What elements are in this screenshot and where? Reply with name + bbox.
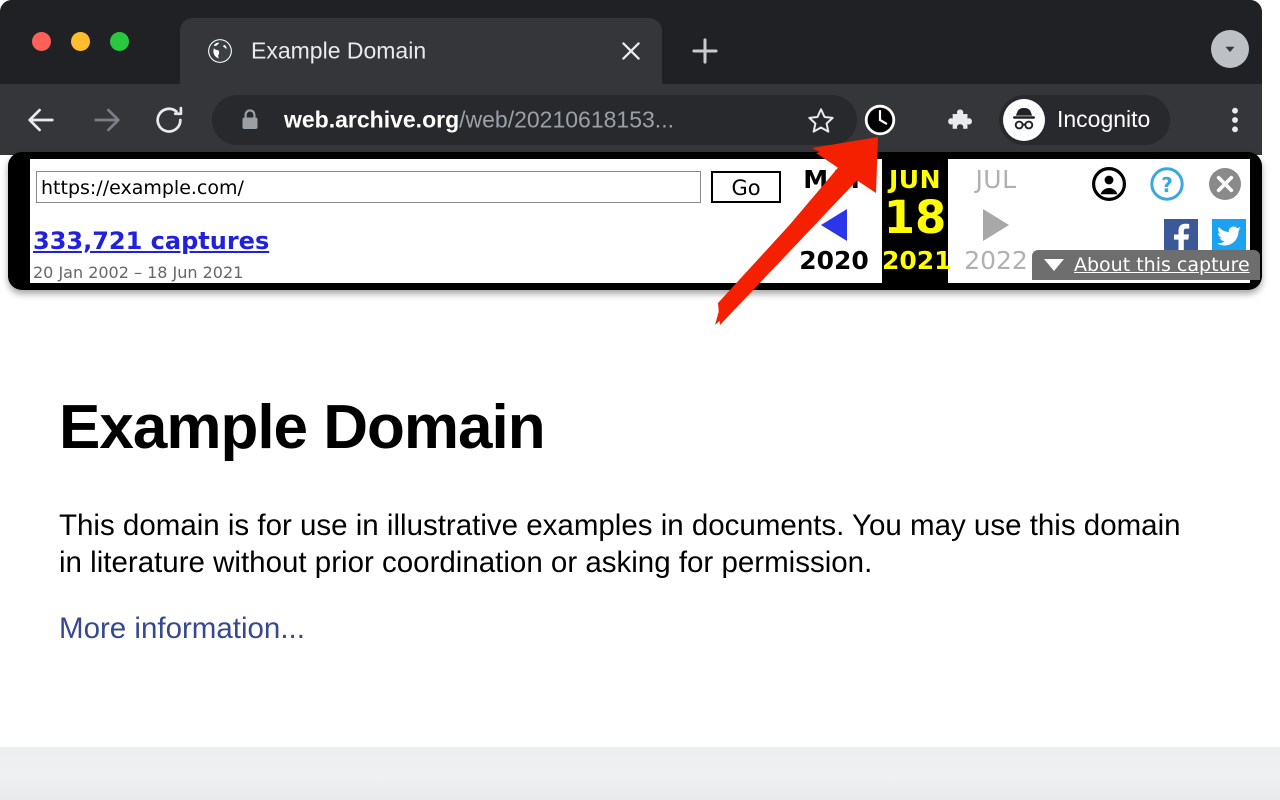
chevron-down-icon[interactable] [1211,30,1249,68]
facebook-icon[interactable] [1164,219,1198,253]
url-host: web.archive.org [284,106,459,132]
window-controls [32,32,129,51]
back-arrow-icon[interactable] [24,103,58,137]
tab-strip: Example Domain [0,0,1262,84]
current-day-label: 18 [882,192,948,244]
next-year-label: 2022 [948,246,1044,275]
right-triangle-icon[interactable] [983,209,1009,241]
profile-chip[interactable]: Incognito [999,95,1170,145]
screenshot-root: Example Domain This domain is for use in… [0,0,1280,800]
wayback-go-button[interactable]: Go [711,171,781,203]
maximize-window-button[interactable] [110,32,129,51]
url-path: /web/20210618153... [459,106,674,132]
twitter-icon[interactable] [1212,219,1246,253]
browser-window: Example Domain [0,0,1262,155]
browser-tab[interactable]: Example Domain [180,18,662,84]
address-bar[interactable]: web.archive.org/web/20210618153... [212,95,857,145]
browser-toolbar: web.archive.org/web/20210618153... [0,84,1262,155]
wayback-url-input[interactable]: https://example.com/ [36,171,701,203]
incognito-hat-glasses-icon [1003,99,1045,141]
minimize-window-button[interactable] [71,32,90,51]
profile-label: Incognito [1057,106,1150,133]
globe-icon [207,38,233,64]
clock-icon[interactable] [863,103,897,137]
tab-title: Example Domain [251,38,426,65]
prev-month-label: MAY [786,165,882,194]
wayback-captures-link[interactable]: 333,721 captures [33,227,269,255]
close-circle-icon[interactable] [1208,167,1242,201]
current-year-label: 2021 [882,246,948,275]
prev-year-label: 2020 [786,246,882,275]
question-mark-circle-icon[interactable]: ? [1150,167,1184,201]
page-title: Example Domain [59,397,545,459]
page-content-area: Example Domain This domain is for use in… [0,292,1280,747]
wayback-next-capture[interactable]: JUL 2022 [948,159,1044,283]
left-triangle-icon[interactable] [821,209,847,241]
window-right-margin [1262,0,1280,292]
wayback-action-icons: ? [1092,167,1242,201]
lock-icon[interactable] [241,109,259,130]
star-icon[interactable] [807,106,835,134]
wayback-prev-capture[interactable]: MAY 2020 [786,159,882,283]
about-this-capture-label: About this capture [1074,254,1250,276]
wayback-current-capture[interactable]: JUN 18 2021 [882,159,948,283]
next-month-label: JUL [948,165,1044,194]
current-month-label: JUN [882,165,948,194]
close-window-button[interactable] [32,32,51,51]
page-footer-band [0,747,1280,800]
new-tab-button[interactable] [686,32,724,70]
triangle-down-icon [1044,259,1064,271]
about-this-capture-button[interactable]: About this capture [1032,250,1260,280]
address-bar-text: web.archive.org/web/20210618153... [284,106,674,133]
user-circle-icon[interactable] [1092,167,1126,201]
close-icon[interactable] [618,38,644,64]
forward-arrow-icon [90,103,124,137]
reload-icon[interactable] [152,103,186,137]
page-paragraph: This domain is for use in illustrative e… [59,507,1184,582]
more-information-link[interactable]: More information... [59,612,305,646]
wayback-date-range: 20 Jan 2002 – 18 Jun 2021 [33,263,243,282]
wayback-social-icons [1164,219,1246,253]
kebab-menu-icon[interactable] [1222,104,1248,136]
svg-text:?: ? [1161,173,1173,197]
puzzle-piece-icon[interactable] [944,103,978,137]
